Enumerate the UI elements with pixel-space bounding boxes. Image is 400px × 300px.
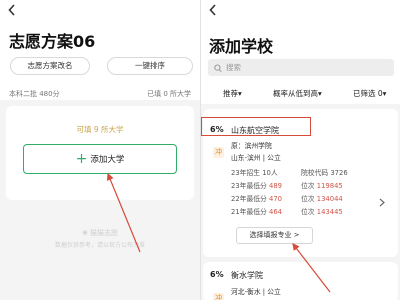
- annotation-arrows: [106, 172, 331, 293]
- arrow-to-add-button: [106, 172, 141, 253]
- arrow-to-select-major: [292, 243, 331, 293]
